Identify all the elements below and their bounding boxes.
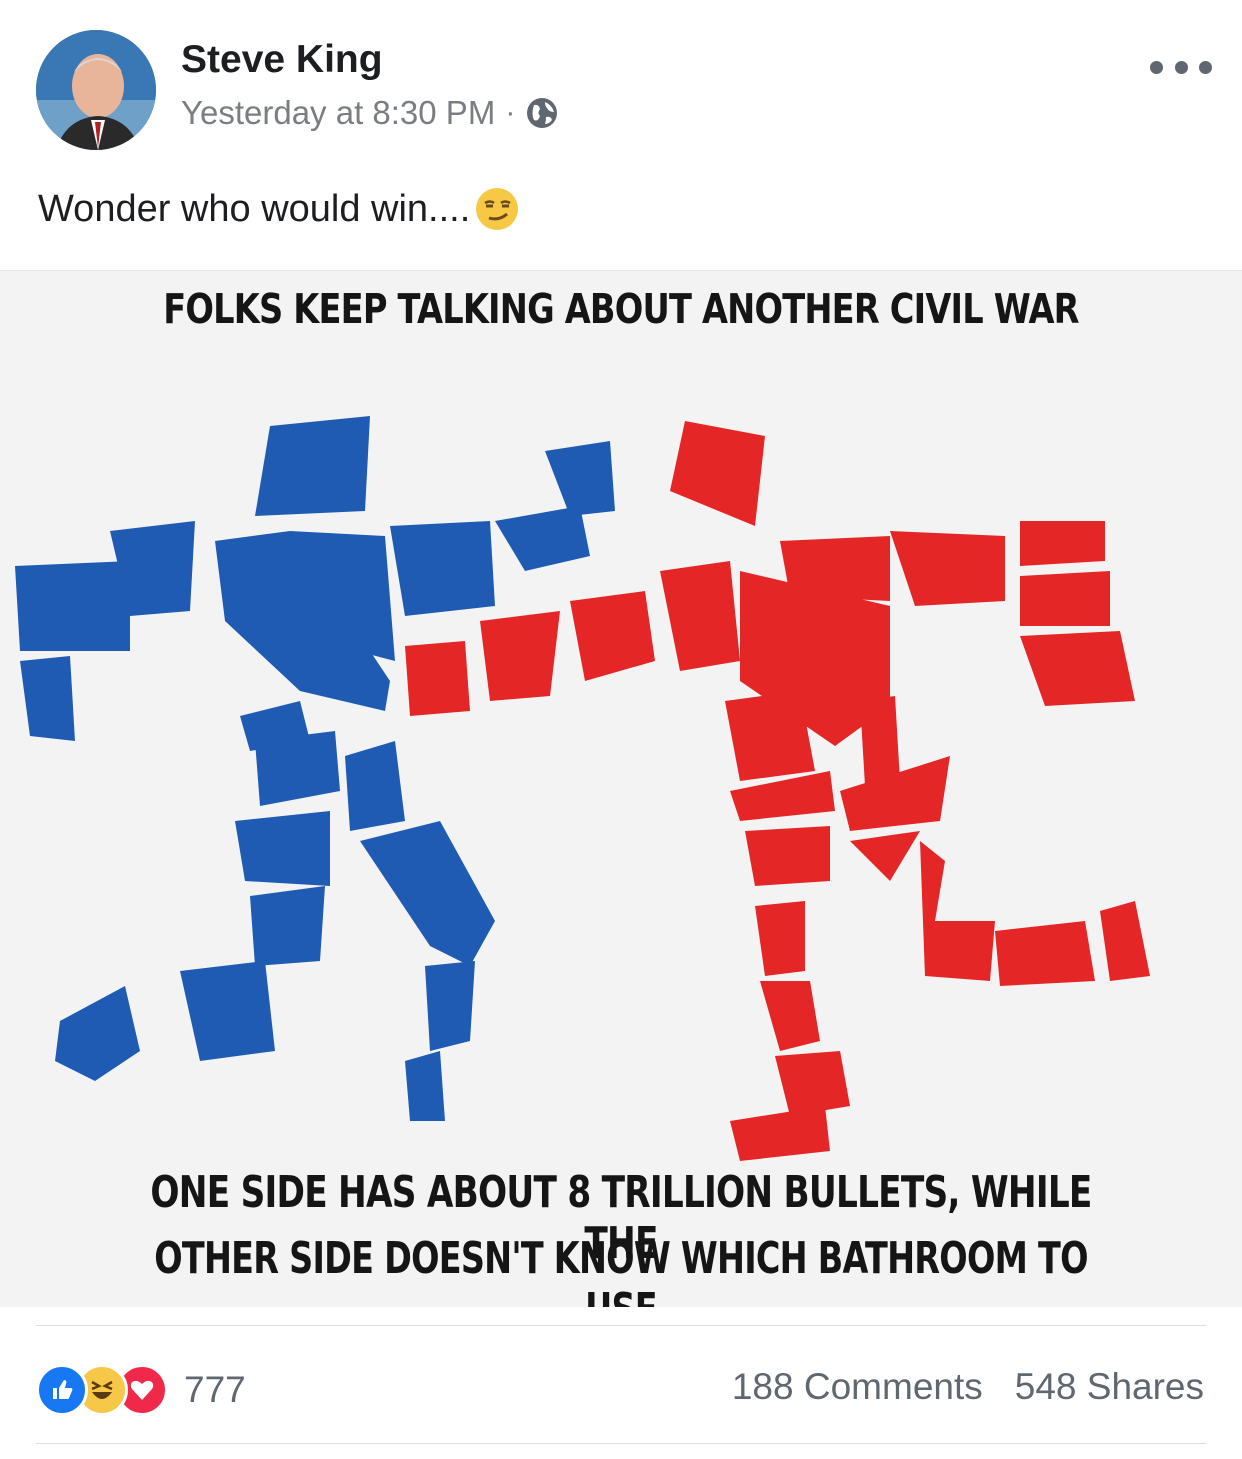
post-meta: Yesterday at 8:30 PM ·	[181, 94, 559, 132]
post-message: Wonder who would win....	[38, 187, 471, 230]
meme-image[interactable]: FOLKS KEEP TALKING ABOUT ANOTHER CIVIL W…	[0, 270, 1242, 1307]
like-icon	[36, 1364, 88, 1416]
meta-separator: ·	[505, 96, 516, 129]
divider	[36, 1443, 1206, 1444]
more-dot-icon	[1174, 60, 1188, 74]
post-stats: 188 Comments 548 Shares	[732, 1366, 1204, 1408]
comments-count-link[interactable]: 188 Comments	[732, 1366, 983, 1408]
author-name[interactable]: Steve King	[181, 38, 383, 82]
meme-headline-top: FOLKS KEEP TALKING ABOUT ANOTHER CIVIL W…	[163, 285, 1079, 333]
reaction-count: 777	[184, 1369, 246, 1410]
globe-icon	[527, 98, 558, 128]
meme-headline-bottom-line2: OTHER SIDE DOESN'T KNOW WHICH BATHROOM T…	[154, 1233, 1088, 1307]
author-avatar[interactable]	[36, 30, 156, 150]
smirking-face-emoji	[476, 188, 519, 230]
more-options-button[interactable]	[1150, 52, 1212, 82]
more-dot-icon	[1199, 60, 1212, 74]
state-figures-illustration	[15, 416, 1150, 1161]
timestamp[interactable]: Yesterday at 8:30 PM	[181, 94, 495, 132]
post-text: Wonder who would win....	[38, 186, 520, 232]
shares-count-link[interactable]: 548 Shares	[1015, 1366, 1204, 1408]
blue-figure	[15, 416, 615, 1121]
divider	[36, 1325, 1206, 1326]
more-dot-icon	[1150, 60, 1163, 74]
reactions-summary[interactable]: 777	[36, 1364, 246, 1416]
post-header: Steve King Yesterday at 8:30 PM ·	[0, 0, 1242, 160]
